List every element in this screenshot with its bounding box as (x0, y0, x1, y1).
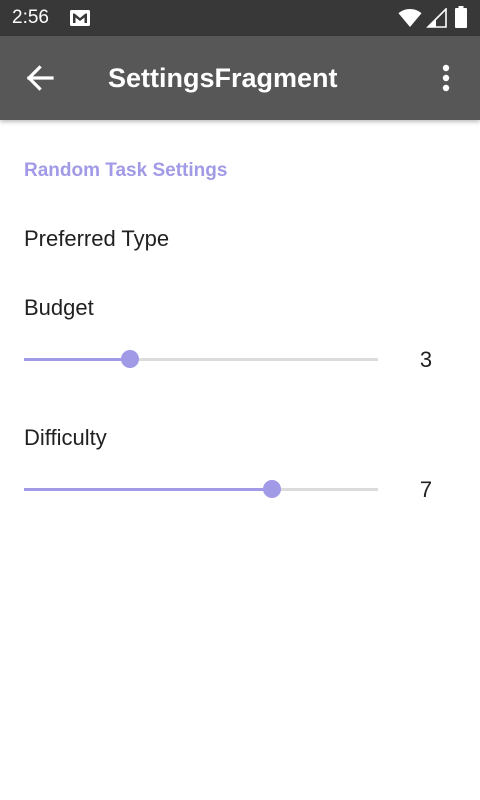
gmail-icon (70, 10, 90, 26)
wifi-icon (398, 9, 422, 27)
cell-signal-icon (426, 8, 447, 28)
difficulty-preference: Difficulty 7 (0, 412, 480, 522)
status-bar: 2:56 (0, 0, 480, 36)
difficulty-slider-thumb[interactable] (262, 480, 281, 498)
battery-icon (455, 6, 467, 28)
budget-value: 3 (419, 347, 433, 372)
arrow-back-icon (26, 65, 54, 91)
budget-slider-thumb[interactable] (121, 350, 140, 368)
preferred-type-label: Preferred Type (24, 226, 170, 251)
budget-slider-fill (24, 358, 131, 361)
budget-preference: Budget 3 (0, 282, 480, 392)
app-bar: SettingsFragment (0, 36, 480, 120)
status-time: 2:56 (12, 7, 49, 28)
difficulty-label: Difficulty (24, 425, 107, 450)
preferred-type-preference[interactable]: Preferred Type (0, 206, 480, 270)
difficulty-slider[interactable] (24, 474, 378, 504)
more-vert-icon (442, 64, 450, 92)
section-header: Random Task Settings (24, 160, 228, 181)
difficulty-value: 7 (419, 477, 433, 502)
difficulty-slider-fill (24, 488, 272, 491)
page-title: SettingsFragment (108, 63, 338, 93)
budget-label: Budget (24, 295, 94, 320)
overflow-menu-button[interactable] (424, 50, 468, 106)
back-button[interactable] (12, 50, 68, 106)
budget-slider[interactable] (24, 344, 378, 374)
